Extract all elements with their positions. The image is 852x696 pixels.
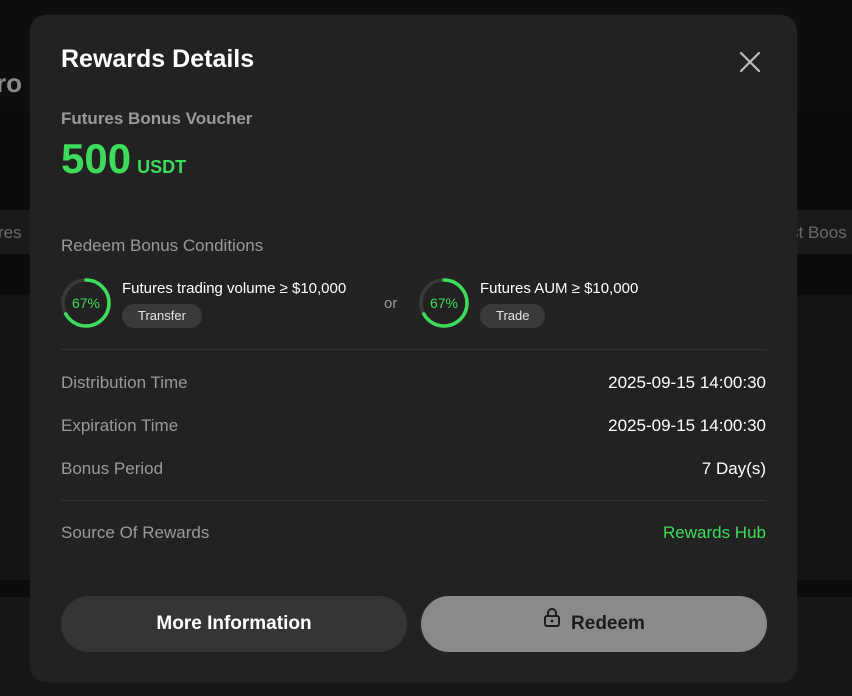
voucher-name: Futures Bonus Voucher	[61, 109, 253, 128]
close-icon	[739, 51, 761, 73]
rewards-details-modal: Rewards Details Futures Bonus Voucher 50…	[30, 15, 797, 682]
conditions-separator: or	[384, 295, 398, 312]
rewards-hub-link[interactable]: Rewards Hub	[663, 523, 766, 543]
condition-progress-text: 67%	[429, 295, 459, 311]
source-of-rewards-label: Source Of Rewards	[61, 523, 210, 542]
divider	[61, 500, 766, 501]
redeem-button[interactable]: Redeem	[421, 596, 767, 652]
distribution-time-label: Distribution Time	[61, 373, 188, 392]
condition-text-2: Futures AUM ≥ $10,000	[480, 280, 639, 297]
more-information-button[interactable]: More Information	[61, 596, 407, 652]
background-title-fragment: ro	[0, 68, 22, 98]
lock-icon	[543, 594, 561, 650]
modal-title: Rewards Details	[61, 45, 255, 73]
expiration-time-label: Expiration Time	[61, 416, 179, 435]
redeem-label: Redeem	[571, 613, 645, 634]
condition-text-1: Futures trading volume ≥ $10,000	[122, 280, 347, 297]
trade-button[interactable]: Trade	[480, 304, 546, 328]
background-tab-fragment-left: res	[0, 223, 22, 242]
expiration-time-value: 2025-09-15 14:00:30	[608, 416, 766, 435]
bonus-period-label: Bonus Period	[61, 459, 164, 478]
condition-progress-ring-1: 67%	[60, 277, 112, 329]
voucher-amount: 500	[61, 135, 132, 182]
transfer-button[interactable]: Transfer	[122, 304, 202, 328]
bonus-period-value: 7 Day(s)	[701, 459, 766, 478]
close-button[interactable]	[737, 49, 763, 75]
divider	[61, 349, 766, 350]
distribution-time-value: 2025-09-15 14:00:30	[608, 373, 766, 392]
background-tab-fragment-right: st Boos	[790, 223, 847, 242]
condition-progress-text: 67%	[71, 295, 101, 311]
more-information-label: More Information	[156, 613, 312, 634]
conditions-label: Redeem Bonus Conditions	[61, 236, 264, 255]
voucher-unit: USDT	[137, 157, 187, 177]
condition-progress-ring-2: 67%	[418, 277, 470, 329]
voucher-amount-row: 500 USDT	[61, 135, 186, 183]
